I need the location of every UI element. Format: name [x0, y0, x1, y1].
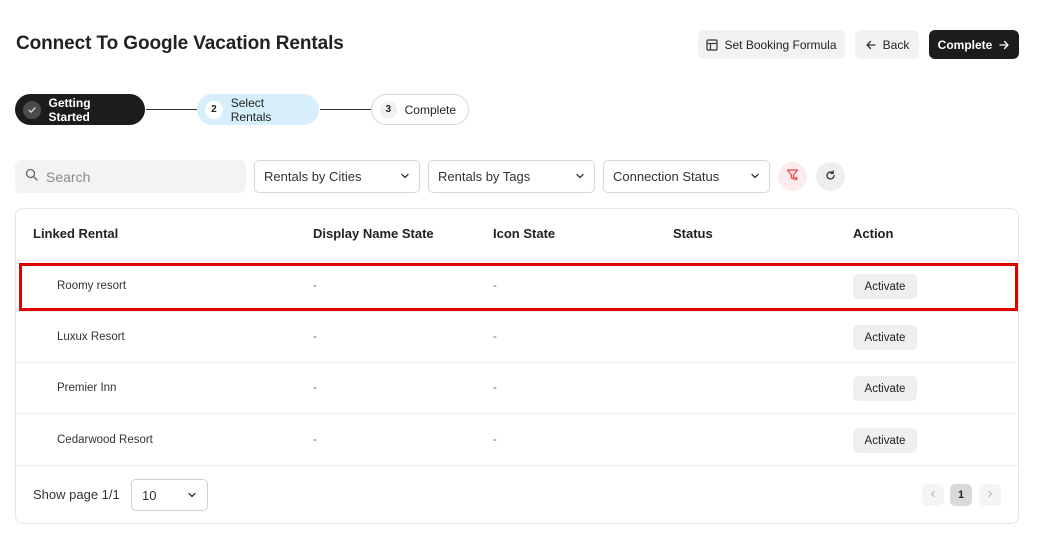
row-divider — [16, 465, 1018, 466]
page-indicator: Show page 1/1 — [33, 487, 120, 502]
select-value: Connection Status — [613, 169, 720, 184]
column-header-display-name-state: Display Name State — [313, 226, 434, 241]
refresh-icon — [825, 168, 836, 186]
table-icon — [706, 38, 719, 51]
page-title: Connect To Google Vacation Rentals — [16, 33, 344, 54]
step-label: Complete — [404, 102, 456, 117]
step-connector — [320, 109, 371, 110]
step-connector — [146, 109, 197, 110]
chevron-down-icon — [400, 169, 410, 184]
page-number-button[interactable]: 1 — [950, 484, 972, 506]
column-header-icon-state: Icon State — [493, 226, 556, 241]
rental-name: Premier Inn — [57, 382, 117, 394]
activate-button[interactable]: Activate — [853, 376, 917, 401]
arrow-left-icon — [865, 39, 877, 51]
chevron-down-icon — [575, 169, 585, 184]
complete-button[interactable]: Complete — [929, 30, 1019, 59]
row-highlight — [19, 263, 1018, 311]
back-button[interactable]: Back — [855, 30, 919, 59]
step-number: 3 — [380, 100, 397, 119]
icon-state: - — [493, 331, 497, 343]
icon-state: - — [493, 434, 497, 446]
search-icon — [25, 168, 38, 186]
search-input[interactable] — [46, 168, 226, 185]
column-header-status: Status — [673, 226, 713, 241]
refresh-button[interactable] — [816, 162, 845, 191]
select-value: Rentals by Tags — [438, 169, 531, 184]
chevron-left-icon — [929, 489, 937, 501]
page-size-value: 10 — [142, 487, 157, 503]
rentals-by-cities-select[interactable]: Rentals by Cities — [254, 160, 420, 193]
next-page-button[interactable] — [979, 484, 1001, 506]
step-number: 2 — [205, 100, 223, 119]
chevron-down-icon — [187, 488, 197, 503]
rentals-by-tags-select[interactable]: Rentals by Tags — [428, 160, 595, 193]
search-box[interactable] — [15, 160, 246, 193]
display-name-state: - — [313, 382, 317, 394]
set-booking-formula-label: Set Booking Formula — [724, 37, 837, 52]
page-size-select[interactable]: 10 — [131, 479, 208, 511]
row-divider — [16, 362, 1018, 363]
step-getting-started[interactable]: Getting Started — [15, 94, 145, 125]
activate-button[interactable]: Activate — [853, 428, 917, 453]
step-complete[interactable]: 3 Complete — [371, 94, 469, 125]
chevron-down-icon — [750, 169, 760, 184]
complete-label: Complete — [937, 37, 993, 52]
row-divider — [16, 260, 1018, 261]
activate-button[interactable]: Activate — [853, 325, 917, 350]
icon-state: - — [493, 382, 497, 394]
step-select-rentals[interactable]: 2 Select Rentals — [197, 94, 319, 125]
column-header-linked-rental: Linked Rental — [33, 226, 119, 241]
display-name-state: - — [313, 434, 317, 446]
connection-status-select[interactable]: Connection Status — [603, 160, 770, 193]
filter-clear-icon — [786, 168, 799, 186]
rental-name: Luxux Resort — [57, 331, 125, 343]
chevron-right-icon — [986, 489, 994, 501]
row-divider — [16, 311, 1018, 312]
select-value: Rentals by Cities — [264, 169, 362, 184]
check-icon — [23, 100, 41, 119]
prev-page-button[interactable] — [922, 484, 944, 506]
step-label: Select Rentals — [230, 95, 272, 124]
rental-name: Cedarwood Resort — [57, 434, 153, 446]
row-divider — [16, 413, 1018, 414]
step-label: Getting Started — [48, 95, 91, 124]
clear-filter-button[interactable] — [778, 162, 807, 191]
back-label: Back — [882, 37, 910, 52]
column-header-action: Action — [853, 226, 894, 241]
set-booking-formula-button[interactable]: Set Booking Formula — [698, 30, 845, 59]
rentals-table — [15, 208, 1019, 524]
arrow-right-icon — [998, 39, 1010, 51]
display-name-state: - — [313, 331, 317, 343]
